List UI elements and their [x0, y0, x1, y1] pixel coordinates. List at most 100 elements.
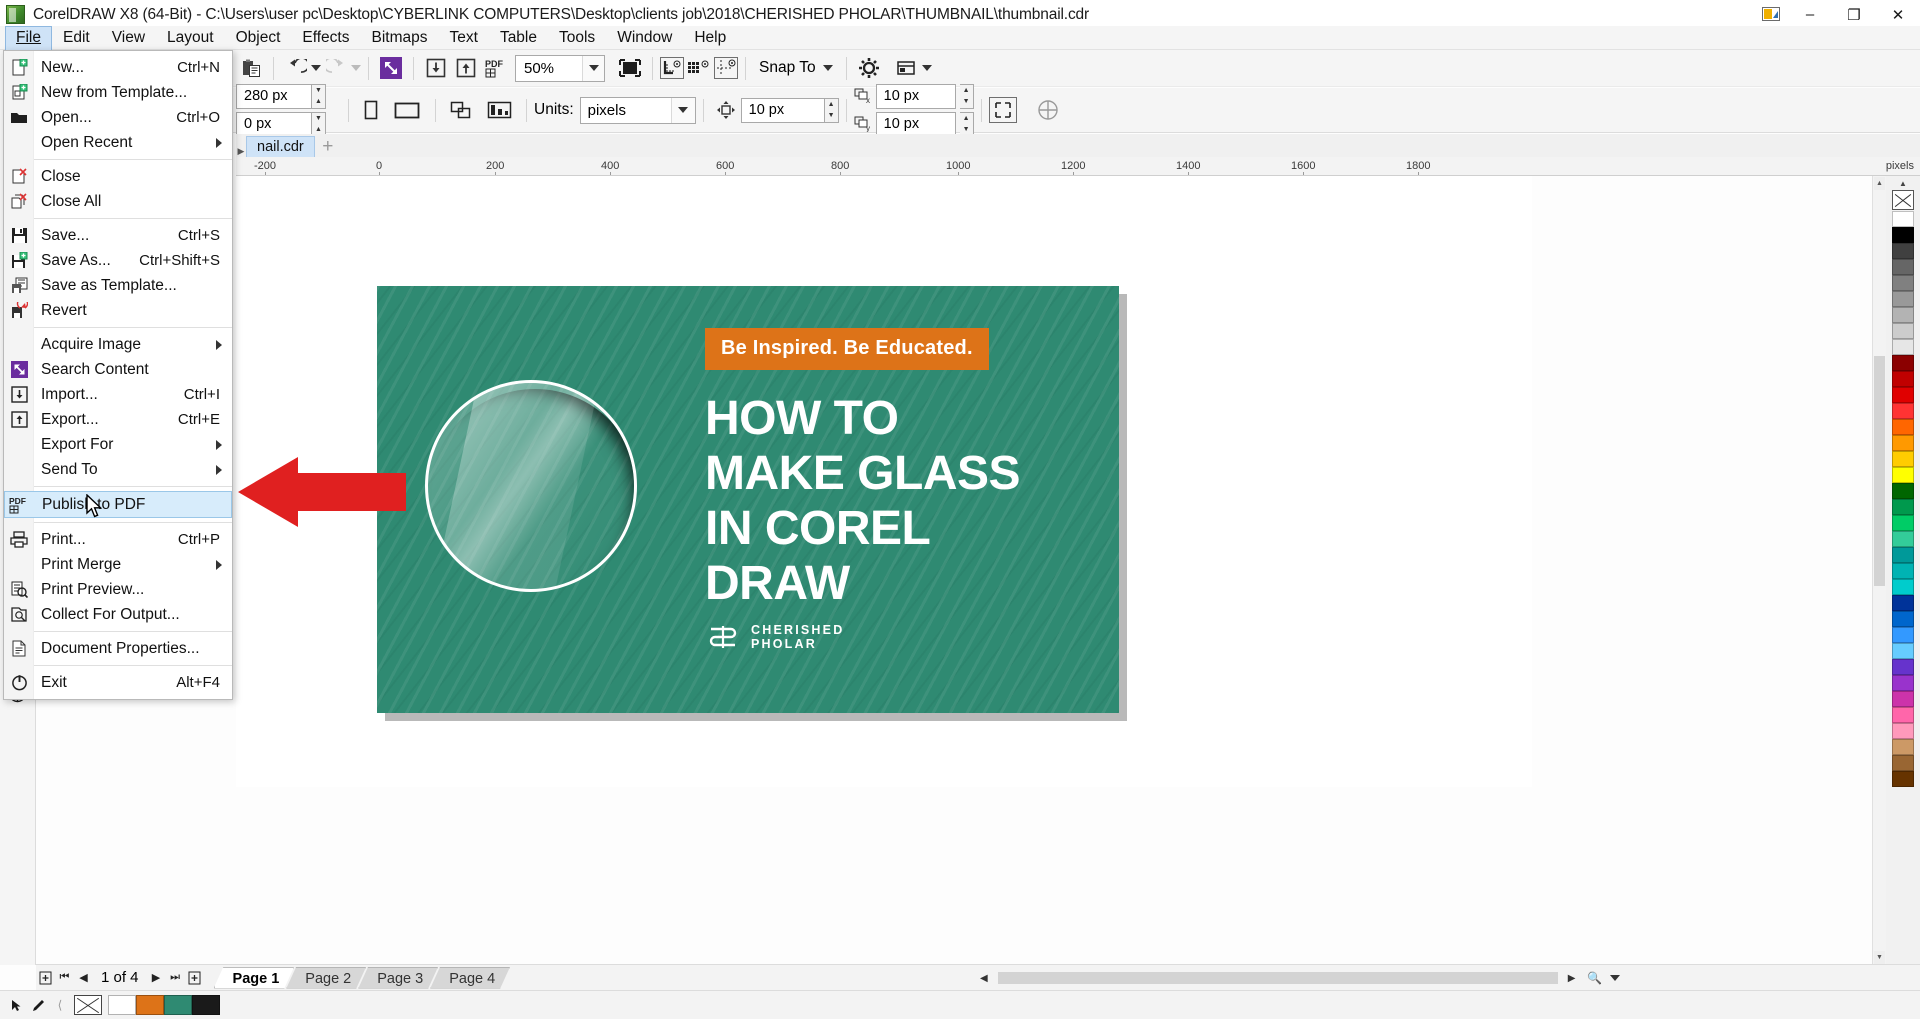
last-page-button[interactable]: ⏭ [166, 967, 185, 989]
menu-view[interactable]: View [101, 26, 156, 50]
color-palette[interactable]: ▲ [1886, 176, 1920, 965]
paste-icon[interactable] [236, 54, 266, 82]
palette-swatch[interactable] [1892, 387, 1914, 403]
palette-swatch[interactable] [1892, 691, 1914, 707]
menu-help[interactable]: Help [683, 26, 737, 50]
vertical-scrollbar[interactable]: ▲ ▼ [1872, 176, 1886, 965]
palette-swatch[interactable] [1892, 483, 1914, 499]
page-tab-3[interactable]: Page 3 [358, 967, 438, 989]
file-menu-item-save-as[interactable]: Save As...Ctrl+Shift+S [4, 248, 232, 273]
palette-swatch[interactable] [1892, 291, 1914, 307]
import-icon[interactable] [421, 54, 451, 82]
palette-swatch[interactable] [1892, 739, 1914, 755]
nudge-offset-group[interactable]: 10 px ▲▼ [741, 98, 839, 123]
zoom-status-dropdown-icon[interactable] [1610, 975, 1620, 981]
palette-swatch[interactable] [1892, 611, 1914, 627]
palette-swatch[interactable] [1892, 451, 1914, 467]
file-menu-item-open[interactable]: Open...Ctrl+O [4, 105, 232, 130]
palette-swatch[interactable] [1892, 547, 1914, 563]
file-menu-item-export[interactable]: Export...Ctrl+E [4, 407, 232, 432]
file-menu-item-print-preview[interactable]: Print Preview... [4, 577, 232, 602]
add-page-after-icon[interactable] [185, 967, 204, 989]
menu-file[interactable]: File [5, 26, 52, 50]
zoom-level-input[interactable] [516, 56, 582, 81]
all-pages-icon[interactable] [443, 96, 481, 124]
palette-swatch[interactable] [1892, 307, 1914, 323]
palette-swatch[interactable] [1892, 531, 1914, 547]
units-input[interactable] [581, 98, 671, 123]
application-launcher-icon[interactable] [892, 54, 922, 82]
duplicate-x-spinner[interactable]: ▲▼ [960, 84, 974, 109]
file-menu-item-publish-to-pdf[interactable]: PDFPublish to PDF [4, 491, 232, 518]
redo-icon[interactable] [321, 54, 351, 82]
palette-swatch[interactable] [1892, 419, 1914, 435]
palette-swatch[interactable] [1892, 771, 1914, 787]
nudge-offset-spinner[interactable]: ▲▼ [825, 98, 839, 123]
file-menu-item-exit[interactable]: ExitAlt+F4 [4, 670, 232, 695]
tagline-text[interactable]: Be Inspired. Be Educated. [705, 328, 989, 370]
palette-swatch[interactable] [1892, 499, 1914, 515]
file-menu-item-print-merge[interactable]: Print Merge [4, 552, 232, 577]
palette-swatch[interactable] [1892, 435, 1914, 451]
hscroll-right-icon[interactable]: ▶ [1568, 973, 1576, 984]
status-color-swatch[interactable] [108, 995, 136, 1015]
outline-pen-icon[interactable] [30, 996, 46, 1014]
file-menu-item-search-content[interactable]: Search Content [4, 357, 232, 382]
vertical-scroll-thumb[interactable] [1874, 356, 1885, 586]
undo-dropdown-icon[interactable] [311, 65, 321, 71]
page-artboard[interactable]: Be Inspired. Be Educated. HOW TO MAKE GL… [377, 286, 1119, 713]
search-content-icon[interactable] [376, 54, 406, 82]
artwork[interactable]: Be Inspired. Be Educated. HOW TO MAKE GL… [377, 286, 1119, 713]
file-menu-dropdown[interactable]: New...Ctrl+NNew from Template...Open...C… [3, 50, 233, 700]
fill-color-icon[interactable]: ⟨ [52, 996, 68, 1014]
horizontal-scrollbar[interactable]: ◀ ▶ 🔍 [980, 965, 1920, 991]
palette-swatch[interactable] [1892, 243, 1914, 259]
nudge-offset-field[interactable]: 10 px [741, 98, 825, 123]
palette-swatch[interactable] [1892, 643, 1914, 659]
palette-swatch[interactable] [1892, 563, 1914, 579]
no-fill-swatch[interactable] [74, 995, 102, 1015]
file-menu-items[interactable]: New...Ctrl+NNew from Template...Open...C… [4, 55, 232, 695]
duplicate-x-field[interactable]: 10 px [876, 84, 956, 109]
drawing-canvas[interactable]: Be Inspired. Be Educated. HOW TO MAKE GL… [236, 176, 1532, 787]
previous-page-button[interactable]: ◀ [74, 967, 93, 989]
file-menu-item-print[interactable]: Print...Ctrl+P [4, 527, 232, 552]
palette-swatch[interactable] [1892, 659, 1914, 675]
document-tab-scroll-icon[interactable]: ▶ [236, 146, 246, 157]
file-menu-item-import[interactable]: Import...Ctrl+I [4, 382, 232, 407]
duplicate-y-spinner[interactable]: ▲▼ [960, 112, 974, 137]
current-page-only-icon[interactable] [481, 96, 519, 124]
units-dropdown-icon[interactable] [671, 98, 695, 123]
palette-swatch[interactable] [1892, 515, 1914, 531]
application-launcher-dropdown-icon[interactable] [922, 65, 932, 71]
page-tab-1[interactable]: Page 1 [214, 967, 295, 989]
palette-swatch[interactable] [1892, 323, 1914, 339]
file-menu-item-new[interactable]: New...Ctrl+N [4, 55, 232, 80]
palette-swatch[interactable] [1892, 211, 1914, 227]
menu-tools[interactable]: Tools [548, 26, 606, 50]
menu-object[interactable]: Object [225, 26, 292, 50]
show-rulers-icon[interactable] [660, 57, 684, 79]
page-width-spinner[interactable]: ▼▲ [312, 84, 326, 109]
palette-swatch[interactable] [1892, 339, 1914, 355]
page-tab-4[interactable]: Page 4 [430, 967, 510, 989]
file-menu-item-save[interactable]: Save...Ctrl+S [4, 223, 232, 248]
file-menu-item-revert[interactable]: Revert [4, 298, 232, 323]
status-color-swatch[interactable] [192, 995, 220, 1015]
file-menu-item-collect-for-output[interactable]: Collect For Output... [4, 602, 232, 627]
palette-swatch[interactable] [1892, 675, 1914, 691]
file-menu-item-save-as-template[interactable]: Save as Template... [4, 273, 232, 298]
palette-swatch[interactable] [1892, 275, 1914, 291]
status-color-swatch[interactable] [164, 995, 192, 1015]
document-tab-thumbnail[interactable]: nail.cdr [246, 136, 315, 157]
file-menu-item-send-to[interactable]: Send To [4, 457, 232, 482]
glass-circle-graphic[interactable] [425, 380, 637, 592]
scroll-down-icon[interactable]: ▼ [1874, 951, 1885, 964]
horizontal-scroll-thumb[interactable] [998, 972, 1558, 984]
file-menu-item-new-from-template[interactable]: New from Template... [4, 80, 232, 105]
first-page-button[interactable]: ⏮ [55, 967, 74, 989]
treat-as-filled-icon[interactable] [989, 97, 1017, 123]
palette-swatch[interactable] [1892, 467, 1914, 483]
palette-swatch[interactable] [1892, 371, 1914, 387]
landscape-orientation-icon[interactable] [386, 96, 428, 124]
